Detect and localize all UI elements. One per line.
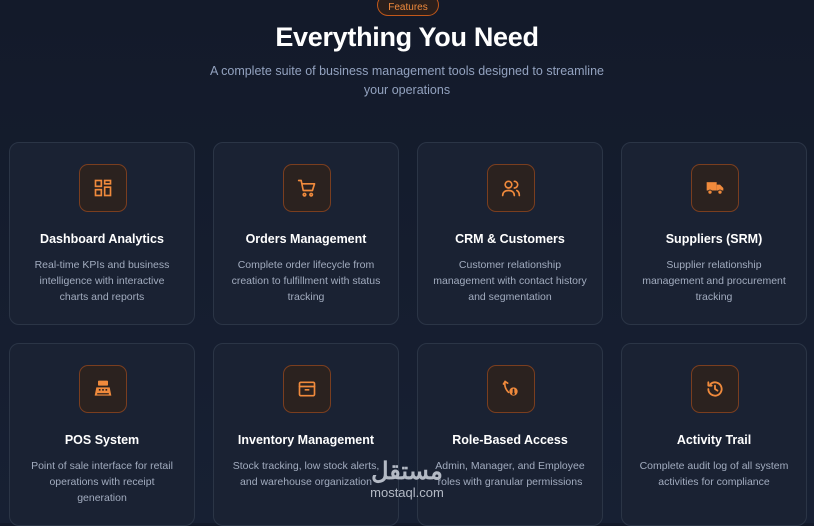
feature-description: Customer relationship management with co…: [433, 259, 587, 303]
users-icon: [487, 164, 535, 212]
feature-title: Orders Management: [245, 232, 367, 246]
feature-card-crm-customers: CRM & Customers Customer relationship ma…: [417, 142, 603, 325]
feature-title: CRM & Customers: [455, 232, 565, 246]
feature-description: Complete order lifecycle from creation t…: [231, 259, 381, 303]
dashboard-icon: [79, 164, 127, 212]
section-badge: Features: [377, 0, 439, 16]
feature-card-activity-trail: Activity Trail Complete audit log of all…: [621, 343, 807, 526]
watermark-arabic: مستقل: [371, 458, 443, 485]
archive-box-icon: [283, 365, 331, 413]
watermark-logo: مستقل mostaql.com: [357, 458, 457, 500]
feature-card-pos-system: POS System Point of sale interface for r…: [9, 343, 195, 526]
page-subtitle: A complete suite of business management …: [210, 64, 604, 97]
feature-card-suppliers-srm: Suppliers (SRM) Supplier relationship ma…: [621, 142, 807, 325]
feature-description: Supplier relationship management and pro…: [642, 259, 786, 303]
feature-description: Real-time KPIs and business intelligence…: [34, 259, 170, 303]
feature-title: Suppliers (SRM): [665, 232, 763, 246]
role-access-icon: [487, 365, 535, 413]
feature-card-dashboard-analytics: Dashboard Analytics Real-time KPIs and b…: [9, 142, 195, 325]
feature-title: Activity Trail: [676, 433, 752, 447]
feature-description: Complete audit log of all system activit…: [639, 460, 789, 488]
watermark-url: mostaql.com: [370, 485, 444, 500]
cash-register-icon: [79, 365, 127, 413]
feature-title: POS System: [64, 433, 140, 447]
feature-description: Point of sale interface for retail opera…: [31, 460, 173, 504]
feature-title: Role-Based Access: [452, 433, 568, 447]
feature-title: Dashboard Analytics: [40, 232, 164, 246]
truck-icon: [691, 164, 739, 212]
feature-title: Inventory Management: [237, 433, 375, 447]
cart-icon: [283, 164, 331, 212]
page-title: Everything You Need: [275, 22, 539, 52]
feature-card-orders-management: Orders Management Complete order lifecyc…: [213, 142, 399, 325]
history-icon: [691, 365, 739, 413]
